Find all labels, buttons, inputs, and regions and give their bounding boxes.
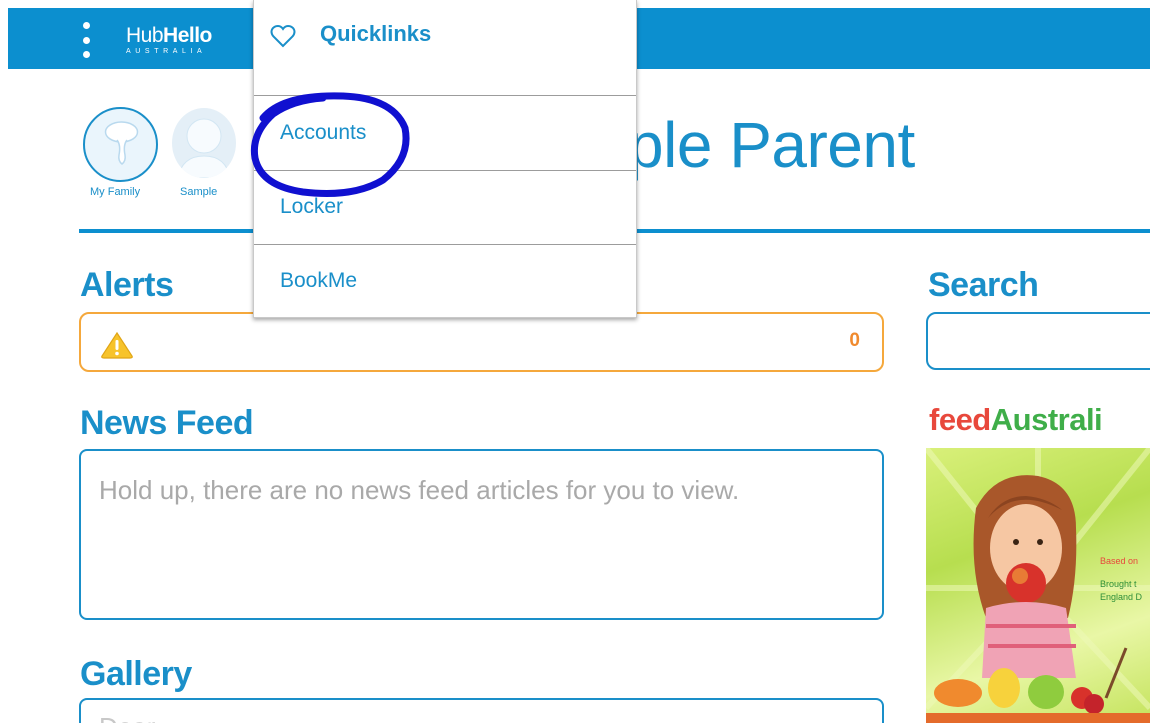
profile-label-my-family[interactable]: My Family: [90, 186, 140, 198]
quicklink-locker-label: Locker: [280, 195, 344, 218]
quicklink-accounts-label: Accounts: [280, 121, 367, 144]
quicklinks-dropdown: Quicklinks Accounts Locker BookMe: [253, 0, 637, 318]
page-title: ple Parent: [628, 109, 915, 181]
hubhello-logo[interactable]: HubHello AUSTRALIA: [126, 24, 212, 56]
feed-caption-1: Based on: [1100, 556, 1139, 566]
quicklink-accounts[interactable]: Accounts: [254, 97, 636, 171]
news-feed-empty-message: Hold up, there are no news feed articles…: [99, 475, 740, 505]
quicklink-bookme[interactable]: BookMe: [254, 245, 636, 319]
logo-text-bold: Hello: [163, 24, 212, 47]
news-feed-heading: News Feed: [80, 404, 254, 442]
quicklinks-header[interactable]: Quicklinks: [254, 0, 636, 96]
quicklink-bookme-label: BookMe: [280, 269, 358, 292]
feed-australia-logo[interactable]: feedAustrali: [929, 402, 1103, 438]
logo-text-light: Hub: [126, 24, 164, 47]
feed-caption-2: Brought t England D: [1100, 578, 1142, 604]
alerts-heading: Alerts: [80, 266, 174, 304]
alerts-count: 0: [849, 330, 860, 351]
feed-logo-part2: Australi: [990, 402, 1103, 437]
quicklinks-label: Quicklinks: [320, 21, 432, 46]
news-feed-panel: Hold up, there are no news feed articles…: [79, 449, 884, 620]
family-avatar-icon[interactable]: [83, 107, 158, 182]
alerts-panel[interactable]: 0: [79, 312, 884, 372]
feed-australia-banner[interactable]: Based on Brought t England D: [926, 448, 1150, 723]
warning-icon: [101, 331, 133, 359]
feed-logo-part1: feed: [929, 402, 991, 437]
person-avatar-icon[interactable]: [172, 108, 236, 178]
gallery-panel: Dear ... ... ...: [79, 698, 884, 723]
gallery-heading: Gallery: [80, 655, 192, 693]
heart-icon: [270, 24, 296, 48]
feed-caption-2a: Brought t: [1100, 579, 1137, 589]
profile-label-sample[interactable]: Sample: [180, 186, 217, 198]
gallery-message: Dear ... ... ...: [99, 712, 242, 723]
kebab-menu-icon[interactable]: [79, 22, 93, 58]
logo-subtitle: AUSTRALIA: [126, 48, 207, 55]
search-input[interactable]: [926, 312, 1150, 370]
feed-caption-2b: England D: [1100, 592, 1143, 602]
quicklink-locker[interactable]: Locker: [254, 171, 636, 245]
feed-banner-strip: [926, 713, 1150, 723]
search-heading: Search: [928, 266, 1039, 304]
